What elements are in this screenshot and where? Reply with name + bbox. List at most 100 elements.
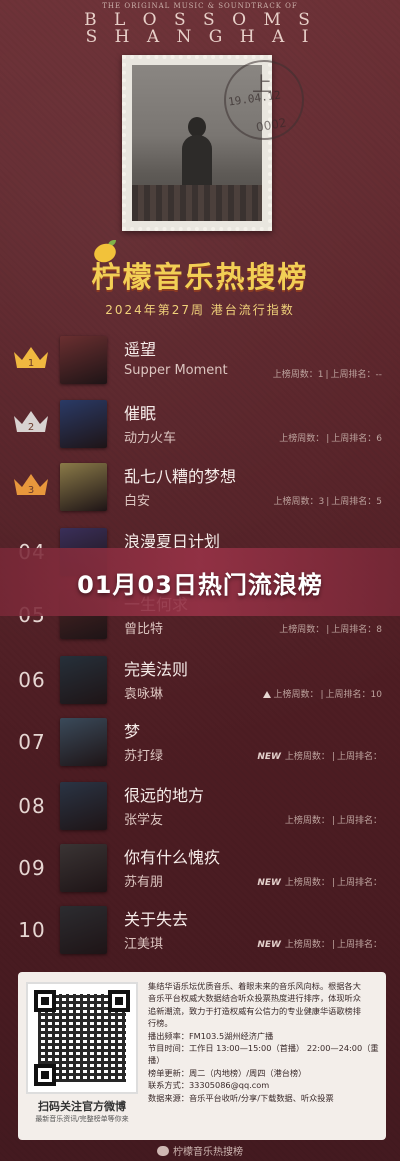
weeks-on-chart: 上榜周数：: [284, 752, 330, 762]
last-week-rank: 上周排名：: [336, 816, 382, 826]
last-week-rank: 上周排名：10: [325, 690, 382, 700]
date-banner: 01月03日热门流浪榜: [0, 548, 400, 616]
last-week-rank: 上周排名：: [336, 878, 382, 888]
qr-corner-tr: [108, 990, 130, 1012]
song-row[interactable]: 08 很远的地方 张学友 上榜周数： | 上周排名：: [0, 776, 400, 838]
album-header: THE ORIGINAL MUSIC & SOUNDTRACK OF B L O…: [0, 0, 400, 240]
info-line: 榜单更新：周二（内地榜）/周四（港台榜）: [148, 1067, 307, 1078]
song-artist: Supper Moment: [124, 363, 228, 378]
last-week-rank: 上周排名：: [336, 940, 382, 950]
qr-code[interactable]: [26, 982, 138, 1094]
song-artist: 曾比特: [124, 622, 164, 637]
rank-number: 09: [18, 856, 46, 880]
song-title: 很远的地方: [124, 786, 205, 805]
wechat-account[interactable]: 柠檬音乐热搜榜: [0, 1143, 400, 1158]
song-row[interactable]: 2 催眠 动力火车 上榜周数： | 上周排名：6: [0, 394, 400, 456]
song-stats: 上榜周数：1 | 上周排名：--: [272, 370, 383, 380]
song-title: 乱七八糟的梦想: [124, 467, 237, 486]
rank-number: 3: [28, 485, 34, 496]
rank-number: 1: [28, 358, 34, 369]
roof-tiles: [132, 185, 262, 221]
last-week-rank: 上周排名：5: [331, 497, 382, 507]
song-stats: NEW 上榜周数： | 上周排名：: [257, 878, 382, 888]
info-line: 联系方式：33305086@qq.com: [148, 1080, 270, 1091]
chart-subtitle: 2024年第27周 港台流行指数: [105, 303, 295, 317]
new-tag: NEW: [257, 752, 281, 762]
figure-head: [188, 117, 206, 137]
weeks-on-chart: 上榜周数：: [279, 625, 325, 635]
song-row[interactable]: 09 你有什么愧疚苏有朋 NEW 上榜周数： | 上周排名：: [0, 838, 400, 900]
song-stats: 上榜周数： | 上周排名：8: [279, 625, 382, 635]
banner-text: 01月03日热门流浪榜: [77, 570, 323, 599]
song-row[interactable]: 3 乱七八糟的梦想白安 上榜周数：3 | 上周排名：5: [0, 457, 400, 519]
album-cover[interactable]: [60, 463, 107, 511]
last-week-rank: 上周排名：: [336, 752, 382, 762]
chart-title: 柠檬音乐热搜榜: [91, 260, 309, 294]
album-cover[interactable]: [60, 336, 107, 384]
song-stats: 上榜周数： | 上周排名：: [284, 816, 382, 826]
new-tag: NEW: [257, 878, 281, 888]
album-cover[interactable]: [60, 718, 107, 766]
info-line: 集结华语乐坛优质音乐、着眼未来的音乐风向标。根据各大: [148, 981, 361, 991]
album-cover[interactable]: [60, 782, 107, 830]
weeks-on-chart: 上榜周数：: [279, 434, 325, 444]
info-line: 追新潮流，致力于打造权威有公信力的专业健康华语歌榜排: [148, 1005, 361, 1016]
song-row[interactable]: 1 遥望 Supper Moment 上榜周数：1 | 上周排名：--: [0, 330, 400, 392]
footer-info-box: 扫码关注官方微博 最新音乐资讯/完整榜单等你来 集结华语乐坛优质音乐、着眼未来的…: [18, 972, 386, 1140]
album-cover[interactable]: [60, 656, 107, 704]
rank-number: 2: [28, 422, 34, 433]
weeks-on-chart: 上榜周数：: [284, 816, 330, 826]
crown-icon: 1: [14, 347, 48, 369]
song-artist: 江美琪: [124, 937, 164, 952]
last-week-rank: 上周排名：8: [331, 625, 382, 635]
song-artist: 白安: [124, 494, 151, 509]
album-cover[interactable]: [60, 906, 107, 954]
song-row[interactable]: 10 关于失去江美琪 NEW 上榜周数： | 上周排名：: [0, 900, 400, 962]
song-title: 关于失去: [124, 910, 189, 929]
info-line: 数据来源：音乐平台收听/分享/下载数据、听众投票: [148, 1092, 334, 1103]
album-subtitle: THE ORIGINAL MUSIC & SOUNDTRACK OF: [102, 2, 298, 10]
song-stats: NEW 上榜周数： | 上周排名：: [257, 752, 382, 762]
new-tag: NEW: [257, 940, 281, 950]
info-line: 行榜。: [148, 1018, 173, 1029]
song-row[interactable]: 06 完美法则袁咏琳 上榜周数： | 上周排名：10: [0, 650, 400, 712]
weeks-on-chart: 上榜周数：1: [272, 370, 324, 380]
song-title: 梦: [124, 722, 141, 741]
info-line: 播出频率：FM103.5湖州经济广播: [148, 1030, 274, 1041]
weeks-on-chart: 上榜周数：: [284, 878, 330, 888]
last-week-rank: 上周排名：6: [331, 434, 382, 444]
song-title: 你有什么愧疚: [124, 848, 221, 867]
crown-icon: 3: [14, 474, 48, 496]
song-stats: 上榜周数：3 | 上周排名：5: [273, 497, 382, 507]
qr-caption: 扫码关注官方微博: [38, 1100, 126, 1113]
weeks-on-chart: 上榜周数：3: [273, 497, 325, 507]
last-week-rank: 上周排名：--: [330, 370, 383, 380]
wechat-account-name: 柠檬音乐热搜榜: [173, 1147, 243, 1158]
song-stats: 上榜周数： | 上周排名：6: [279, 434, 382, 444]
weeks-on-chart: 上榜周数：: [273, 690, 319, 700]
song-row[interactable]: 07 梦苏打绿 NEW 上榜周数： | 上周排名：: [0, 712, 400, 774]
qr-subcaption: 最新音乐资讯/完整榜单等你来: [35, 1115, 129, 1123]
info-line: 节目时间：工作日 13:00—15:00（首播） 22:00—24:00（重播）: [148, 1043, 379, 1066]
song-stats: NEW 上榜周数： | 上周排名：: [257, 940, 382, 950]
program-info: 集结华语乐坛优质音乐、着眼未来的音乐风向标。根据各大 音乐平台权威大数据结合听众投…: [148, 980, 380, 1104]
song-title: 遥望: [124, 340, 157, 359]
song-artist: 苏有朋: [124, 875, 164, 890]
rank-number: 07: [18, 730, 46, 754]
song-title: 完美法则: [124, 660, 189, 679]
qr-corner-bl: [34, 1064, 56, 1086]
album-title-line2: S H A N G H A I: [85, 27, 315, 47]
weeks-on-chart: 上榜周数：: [284, 940, 330, 950]
rank-up-icon: [263, 691, 272, 698]
song-artist: 苏打绿: [124, 749, 164, 764]
rank-number: 08: [18, 794, 46, 818]
song-artist: 袁咏琳: [124, 687, 164, 702]
album-cover[interactable]: [60, 844, 107, 892]
crown-icon: 2: [14, 411, 48, 433]
wechat-icon: [157, 1146, 169, 1156]
song-stats: 上榜周数： | 上周排名：10: [263, 687, 382, 700]
rank-number: 06: [18, 668, 46, 692]
album-cover[interactable]: [60, 400, 107, 448]
song-title: 催眠: [124, 404, 157, 423]
rank-number: 10: [18, 918, 46, 942]
